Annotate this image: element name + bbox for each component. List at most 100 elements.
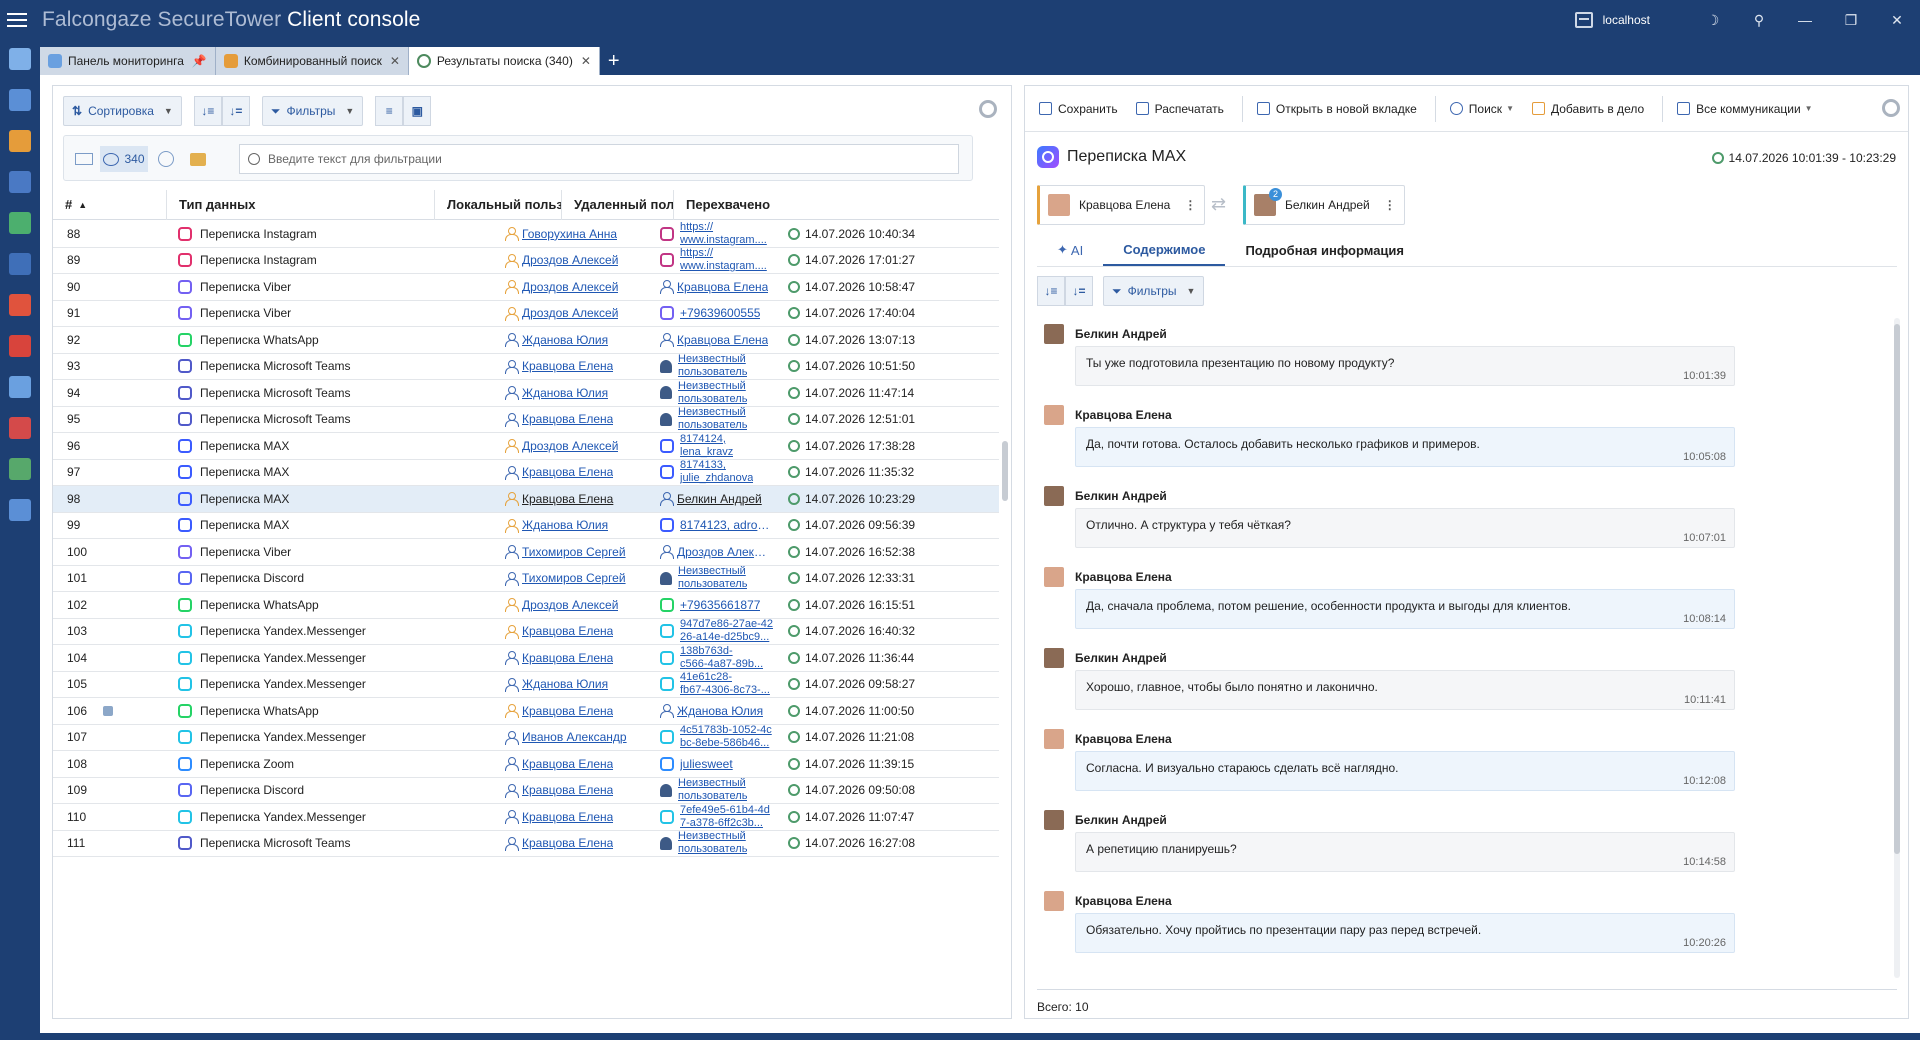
reports-nav-icon[interactable] (9, 212, 31, 234)
remote-user-link[interactable]: 7efe49e5-61b4-4d (680, 804, 770, 817)
remote-user-link[interactable]: https:// (680, 221, 767, 234)
remote-user-link[interactable]: Белкин Андрей (677, 492, 762, 506)
menu-icon[interactable] (0, 0, 34, 40)
local-user-link[interactable]: Кравцова Елена (522, 836, 613, 850)
add-to-case-button[interactable]: Добавить в дело (1531, 102, 1644, 116)
filters-button[interactable]: ⏷ Фильтры ▼ (261, 96, 364, 126)
filters-button[interactable]: ⏷ Фильтры ▼ (1103, 276, 1205, 306)
close-tab-icon[interactable]: ✕ (390, 54, 400, 68)
results-scrollbar[interactable] (1001, 221, 1009, 1011)
remote-user-link[interactable]: https:// (680, 248, 767, 261)
remote-user-link[interactable]: пользователь (678, 843, 747, 856)
screen-nav-icon[interactable] (9, 417, 31, 439)
table-row[interactable]: 109 Переписка Discord Кравцова Елена Неизве… (53, 778, 999, 804)
table-row[interactable]: 102 Переписка WhatsApp Дроздов Алексей +796… (53, 592, 999, 619)
gear-icon[interactable] (979, 100, 997, 118)
local-user-link[interactable]: Дроздов Алексей (522, 439, 618, 453)
table-row[interactable]: 110 Переписка Yandex.Messenger Кравцова Ел… (53, 804, 999, 831)
local-user-link[interactable]: Кравцова Елена (522, 624, 613, 638)
table-row[interactable]: 106 Переписка WhatsApp Кравцова Елена Ждано… (53, 698, 999, 725)
search-menu-button[interactable]: Поиск ▼ (1449, 102, 1514, 116)
table-row[interactable]: 93 Переписка Microsoft Teams Кравцова Елен… (53, 354, 999, 380)
theme-icon[interactable]: ☽ (1690, 0, 1736, 40)
chat-message[interactable]: Белкин Андрей Отлично. А структура у тебя… (1037, 480, 1899, 561)
remote-user-link[interactable]: Неизвестный (678, 778, 747, 791)
table-row[interactable]: 103 Переписка Yandex.Messenger Кравцова Ел… (53, 619, 999, 645)
remote-user-link[interactable]: www.instagram.... (680, 260, 767, 273)
remote-user-link[interactable]: 8174124, (680, 433, 733, 446)
remote-user-link[interactable]: 138b763d- (680, 645, 763, 658)
table-row[interactable]: 108 Переписка Zoom Кравцова Елена julieswee… (53, 751, 999, 778)
remote-user-link[interactable]: Кравцова Елена (677, 280, 768, 294)
open-new-tab-button[interactable]: Открыть в новой вкладке (1256, 102, 1417, 116)
local-user-link[interactable]: Жданова Юлия (522, 518, 608, 532)
all-communications-button[interactable]: Все коммуникации ▼ (1677, 102, 1813, 116)
tab-ai[interactable]: ✦ AI (1037, 234, 1103, 266)
tab-details[interactable]: Подробная информация (1225, 234, 1424, 266)
remote-user-link[interactable]: 7-a378-6ff2c3b... (680, 817, 770, 830)
monitoring-nav-icon[interactable] (9, 376, 31, 398)
web-channel-icon[interactable] (152, 146, 180, 172)
more-icon[interactable]: ⋮ (1384, 198, 1396, 212)
sort-descending-button[interactable]: ↓= (1065, 276, 1093, 306)
local-user-link[interactable]: Жданова Юлия (522, 677, 608, 691)
local-user-link[interactable]: Кравцова Елена (522, 783, 613, 797)
local-user-link[interactable]: Тихомиров Сергей (522, 571, 626, 585)
remote-user-link[interactable]: +79635661877 (680, 598, 760, 612)
remote-user-link[interactable]: пользователь (678, 366, 747, 379)
server-name[interactable]: localhost (1603, 13, 1650, 27)
chat-message[interactable]: Белкин Андрей Хорошо, главное, чтобы было… (1037, 642, 1899, 723)
sort-ascending-button[interactable]: ↓≡ (193, 96, 222, 126)
local-user-link[interactable]: Кравцова Елена (522, 651, 613, 665)
column-local-user[interactable]: Локальный пользов... (435, 189, 562, 220)
local-user-link[interactable]: Кравцова Елена (522, 810, 613, 824)
table-row[interactable]: 99 Переписка MAX Жданова Юлия 8174123, adro… (53, 513, 999, 539)
tab-dashboard[interactable]: Панель мониторинга 📌 (40, 47, 216, 75)
chat-message[interactable]: Кравцова Елена Да, почти готова. Осталось… (1037, 399, 1899, 480)
chat-message[interactable]: Кравцова Елена Да, сначала проблема, пото… (1037, 561, 1899, 642)
dashboard-nav-icon[interactable] (9, 48, 31, 70)
remote-user-link[interactable]: Дроздов Алексей (677, 545, 772, 559)
incidents-nav-icon[interactable] (9, 294, 31, 316)
remote-user-link[interactable]: Неизвестный (678, 407, 747, 420)
chat-message[interactable]: Белкин Андрей А репетицию планируешь? 10:1… (1037, 804, 1899, 885)
settings-nav-icon[interactable] (9, 499, 31, 521)
local-user-link[interactable]: Кравцова Елена (522, 757, 613, 771)
analytics-nav-icon[interactable] (9, 458, 31, 480)
close-button[interactable]: ✕ (1874, 0, 1920, 40)
local-user-link[interactable]: Дроздов Алексей (522, 253, 618, 267)
save-button[interactable]: Сохранить (1039, 102, 1118, 116)
table-row[interactable]: 88 Переписка Instagram Говорухина Анна http… (53, 221, 999, 248)
local-user-link[interactable]: Жданова Юлия (522, 333, 608, 347)
messenger-channel-button[interactable]: 340 (100, 146, 148, 172)
tab-search-results[interactable]: Результаты поиска (340) ✕ (408, 47, 600, 75)
remote-user-link[interactable]: пользователь (678, 419, 747, 432)
search-input[interactable] (268, 152, 918, 166)
table-row[interactable]: 90 Переписка Viber Дроздов Алексей Кравцова… (53, 274, 999, 301)
table-row[interactable]: 95 Переписка Microsoft Teams Кравцова Елен… (53, 407, 999, 433)
remote-user-link[interactable]: пользователь (678, 578, 747, 591)
column-data-type[interactable]: Тип данных (167, 189, 435, 220)
search-field[interactable] (239, 144, 959, 174)
sort-ascending-button[interactable]: ↓≡ (1037, 276, 1065, 306)
table-row[interactable]: 89 Переписка Instagram Дроздов Алексей http… (53, 248, 999, 274)
local-user-link[interactable]: Дроздов Алексей (522, 280, 618, 294)
more-icon[interactable]: ⋮ (1184, 198, 1196, 212)
files-channel-icon[interactable] (184, 146, 212, 172)
table-row[interactable]: 94 Переписка Microsoft Teams Жданова Юлия Н… (53, 380, 999, 407)
table-row[interactable]: 97 Переписка MAX Кравцова Елена 8174133, jul… (53, 460, 999, 486)
print-button[interactable]: Распечатать (1135, 102, 1224, 116)
remote-user-link[interactable]: Неизвестный (678, 380, 747, 393)
remote-user-link[interactable]: Неизвестный (678, 566, 747, 579)
table-row[interactable]: 92 Переписка WhatsApp Жданова Юлия Кравцова… (53, 327, 999, 354)
participant-card-remote[interactable]: 2 Белкин Андрей ⋮ (1243, 185, 1405, 225)
remote-user-link[interactable]: пользователь (678, 790, 747, 803)
local-user-link[interactable]: Тихомиров Сергей (522, 545, 626, 559)
table-row[interactable]: 96 Переписка MAX Дроздов Алексей 8174124, le… (53, 433, 999, 460)
combined-search-nav-icon[interactable] (9, 130, 31, 152)
remote-user-link[interactable]: Неизвестный (678, 354, 747, 367)
gear-icon[interactable] (1882, 99, 1900, 117)
table-row[interactable]: 105 Переписка Yandex.Messenger Жданова Юли… (53, 672, 999, 698)
table-row[interactable]: 98 Переписка MAX Кравцова Елена Белкин Андр… (53, 486, 999, 513)
table-row[interactable]: 107 Переписка Yandex.Messenger Иванов Алек… (53, 725, 999, 751)
